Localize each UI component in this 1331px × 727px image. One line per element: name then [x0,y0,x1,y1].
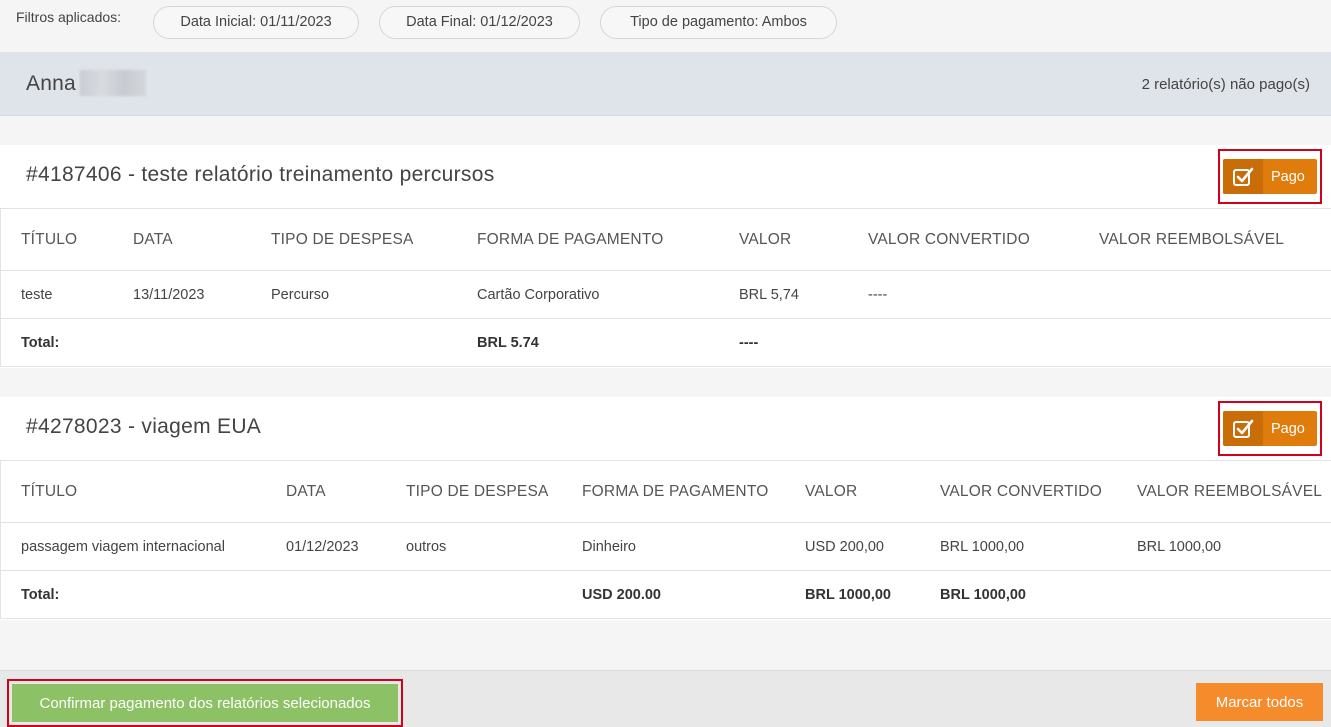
report-title: #4278023 - viagem EUA [26,415,262,438]
column-header-reimbursable-value: VALOR REEMBOLSÁVEL [1099,231,1285,248]
mark-all-button[interactable]: Marcar todos [1196,683,1323,721]
table-row: passagem viagem internacional 01/12/2023… [1,523,1331,571]
report-header: #4187406 - teste relatório treinamento p… [0,145,1331,209]
column-header-payment-method: FORMA DE PAGAMENTO [582,483,769,500]
table-total-row: Total: BRL 5.74 ---- [1,319,1331,367]
table-header-row: TÍTULO DATA TIPO DE DESPESA FORMA DE PAG… [1,461,1331,523]
column-header-title: TÍTULO [21,483,78,500]
applied-filters-bar: Filtros aplicados: Data Inicial: 01/11/2… [0,0,1331,52]
user-name: Anna [26,72,76,95]
cell-converted-value: BRL 1000,00 [940,539,1025,555]
bottom-action-bar: Confirmar pagamento dos relatórios selec… [0,670,1331,727]
cell-date: 01/12/2023 [286,539,359,555]
report-card: #4278023 - viagem EUA Pago TÍTULO DATA T… [0,397,1331,620]
column-header-payment-method: FORMA DE PAGAMENTO [477,231,664,248]
table-row: teste 13/11/2023 Percurso Cartão Corpora… [1,271,1331,319]
total-value: ---- [739,335,759,351]
confirm-payment-button[interactable]: Confirmar pagamento dos relatórios selec… [12,684,398,722]
total-payment-value: USD 200.00 [582,587,661,603]
cell-date: 13/11/2023 [133,287,205,303]
column-header-expense-type: TIPO DE DESPESA [406,483,549,500]
cell-title: passagem viagem internacional [21,539,225,555]
cell-expense-type: outros [406,539,447,555]
pago-highlight: Pago [1218,401,1322,456]
pago-highlight: Pago [1218,149,1322,204]
pago-label: Pago [1271,168,1305,185]
cell-expense-type: Percurso [271,287,330,303]
total-value: BRL 1000,00 [805,587,891,603]
unpaid-reports-count: 2 relatório(s) não pago(s) [1141,76,1310,93]
cell-title: teste [21,287,53,303]
pago-toggle-button[interactable]: Pago [1223,159,1317,194]
total-payment-value: BRL 5.74 [477,335,539,351]
column-header-date: DATA [133,231,173,248]
table-header-row: TÍTULO DATA TIPO DE DESPESA FORMA DE PAG… [1,209,1331,271]
expense-table: TÍTULO DATA TIPO DE DESPESA FORMA DE PAG… [0,461,1331,619]
checkbox-checked-icon [1223,159,1263,194]
total-label: Total: [21,335,60,351]
table-total-row: Total: USD 200.00 BRL 1000,00 BRL 1000,0… [1,571,1331,619]
report-card: #4187406 - teste relatório treinamento p… [0,145,1331,368]
checkbox-checked-icon [1223,411,1263,446]
column-header-converted-value: VALOR CONVERTIDO [868,231,1030,248]
cell-payment-method: Dinheiro [582,539,636,555]
column-header-reimbursable-value: VALOR REEMBOLSÁVEL [1137,483,1323,500]
column-header-value: VALOR [739,231,792,248]
report-header: #4278023 - viagem EUA Pago [0,397,1331,461]
cell-payment-method: Cartão Corporativo [477,287,600,303]
cell-converted-value: ---- [868,287,888,303]
report-title: #4187406 - teste relatório treinamento p… [26,163,495,186]
column-header-title: TÍTULO [21,231,78,248]
redacted-surname [80,70,146,96]
cell-reimbursable-value: BRL 1000,00 [1137,539,1222,555]
user-header: Anna 2 relatório(s) não pago(s) [0,52,1331,116]
total-converted-value: BRL 1000,00 [940,587,1026,603]
total-label: Total: [21,587,60,603]
column-header-date: DATA [286,483,326,500]
pago-toggle-button[interactable]: Pago [1223,411,1317,446]
filter-chip-payment-type[interactable]: Tipo de pagamento: Ambos [600,6,837,39]
column-header-expense-type: TIPO DE DESPESA [271,231,414,248]
confirm-highlight: Confirmar pagamento dos relatórios selec… [7,679,403,727]
column-header-converted-value: VALOR CONVERTIDO [940,483,1102,500]
cell-value: BRL 5,74 [739,287,799,303]
column-header-value: VALOR [805,483,858,500]
expense-table: TÍTULO DATA TIPO DE DESPESA FORMA DE PAG… [0,209,1331,367]
filter-chip-start-date[interactable]: Data Inicial: 01/11/2023 [153,6,359,39]
pago-label: Pago [1271,420,1305,437]
filters-label: Filtros aplicados: [16,9,122,25]
cell-value: USD 200,00 [805,539,884,555]
filter-chip-end-date[interactable]: Data Final: 01/12/2023 [379,6,580,39]
